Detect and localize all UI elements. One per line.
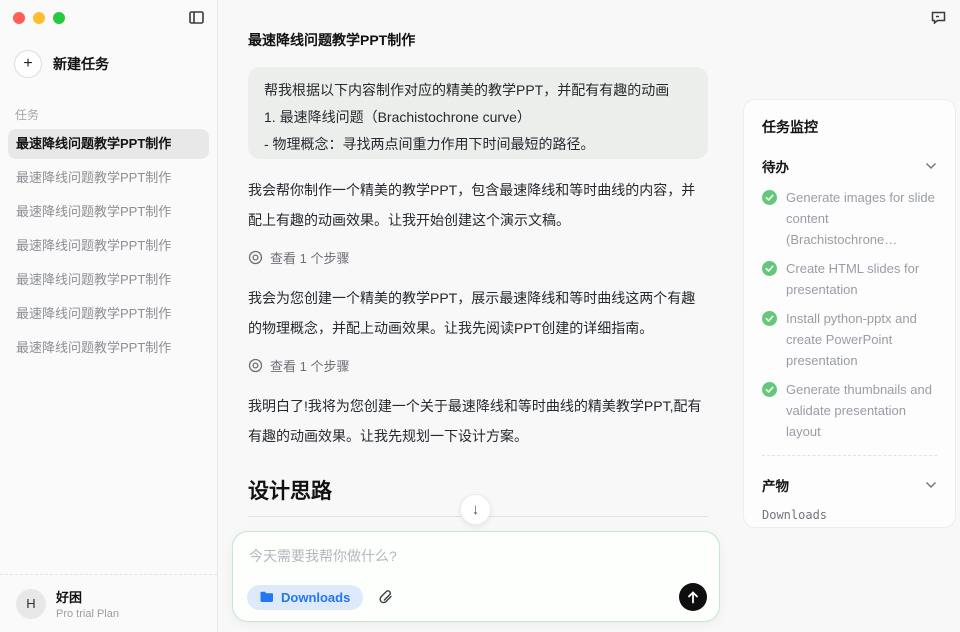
sidebar-task-item[interactable]: 最速降线问题教学PPT制作: [8, 129, 209, 159]
check-circle-icon: [762, 311, 777, 326]
todo-item[interactable]: Generate images for slide content (Brach…: [762, 187, 937, 250]
paperclip-icon: [378, 589, 394, 606]
sidebar-toggle-icon[interactable]: [185, 6, 207, 28]
sidebar-task-item[interactable]: 最速降线问题教学PPT制作: [8, 265, 209, 295]
assistant-message: 我明白了!我将为您创建一个关于最速降线和等时曲线的精美教学PPT,配有有趣的动画…: [248, 391, 708, 451]
sidebar-task-item[interactable]: 最速降线问题教学PPT制作: [8, 231, 209, 261]
new-task-label: 新建任务: [53, 54, 109, 74]
user-message-line: - 曲线类型：旋轮线（Cycloid）: [264, 158, 692, 159]
send-button[interactable]: [679, 583, 707, 611]
zoom-window-button[interactable]: [53, 12, 65, 24]
composer: Downloads: [232, 531, 720, 622]
todo-item-text: Generate thumbnails and validate present…: [786, 379, 937, 442]
chat-column: 最速降线问题教学PPT制作 帮我根据以下内容制作对应的精美的教学PPT，并配有有…: [248, 30, 708, 613]
user-account-row[interactable]: H 好困 Pro trial Plan: [0, 574, 217, 632]
tasks-section-label: 任务: [15, 106, 217, 123]
composer-toolbar: Downloads: [247, 583, 707, 611]
todo-item[interactable]: Create HTML slides for presentation: [762, 258, 937, 300]
check-circle-icon: [762, 190, 777, 205]
chevron-down-icon: [925, 481, 937, 489]
todo-item-text: Generate images for slide content (Brach…: [786, 187, 937, 250]
user-message-bubble: 帮我根据以下内容制作对应的精美的教学PPT，并配有有趣的动画1. 最速降线问题（…: [248, 67, 708, 159]
folder-icon: [260, 591, 274, 603]
chat-title: 最速降线问题教学PPT制作: [248, 30, 708, 50]
plus-icon: +: [14, 50, 42, 78]
view-steps-button[interactable]: 查看 1 个步骤: [248, 248, 708, 267]
avatar: H: [16, 589, 46, 619]
minimize-window-button[interactable]: [33, 12, 45, 24]
todo-item[interactable]: Generate thumbnails and validate present…: [762, 379, 937, 442]
assistant-message: 我会为您创建一个精美的教学PPT，展示最速降线和等时曲线这两个有趣的物理概念，并…: [248, 283, 708, 343]
todo-item[interactable]: Install python-pptx and create PowerPoin…: [762, 308, 937, 371]
scroll-to-bottom-button[interactable]: ↓: [460, 494, 491, 525]
user-name: 好困: [56, 587, 119, 606]
sidebar: + 新建任务 任务 最速降线问题教学PPT制作最速降线问题教学PPT制作最速降线…: [0, 0, 218, 632]
attach-file-button[interactable]: [378, 589, 394, 606]
steps-target-icon: [248, 250, 263, 265]
view-steps-label: 查看 1 个步骤: [270, 356, 349, 375]
artifacts-section-header[interactable]: 产物: [762, 475, 937, 495]
user-message-line: - 物理概念：寻找两点间重力作用下时间最短的路径。: [264, 131, 692, 158]
todo-section-header[interactable]: 待办: [762, 156, 937, 176]
task-monitor-panel: 任务监控 待办 Generate images for slide conten…: [743, 99, 956, 528]
sidebar-task-item[interactable]: 最速降线问题教学PPT制作: [8, 333, 209, 363]
user-message-line: 1. 最速降线问题（Brachistochrone curve）: [264, 104, 692, 131]
view-steps-button[interactable]: 查看 1 个步骤: [248, 356, 708, 375]
todo-list: Generate images for slide content (Brach…: [762, 187, 937, 442]
todo-section-label: 待办: [762, 156, 789, 176]
check-circle-icon: [762, 382, 777, 397]
monitor-title: 任务监控: [762, 117, 937, 137]
todo-item-text: Create HTML slides for presentation: [786, 258, 937, 300]
user-message-line: 帮我根据以下内容制作对应的精美的教学PPT，并配有有趣的动画: [264, 77, 692, 104]
message-input[interactable]: [233, 532, 719, 572]
user-plan: Pro trial Plan: [56, 608, 119, 620]
downloads-chip-label: Downloads: [281, 590, 350, 605]
downloads-context-chip[interactable]: Downloads: [247, 585, 363, 610]
new-task-button[interactable]: + 新建任务: [14, 50, 217, 78]
feedback-chat-icon[interactable]: [928, 7, 948, 27]
chevron-down-icon: [925, 162, 937, 170]
todo-item-text: Install python-pptx and create PowerPoin…: [786, 308, 937, 371]
main-area: 最速降线问题教学PPT制作 帮我根据以下内容制作对应的精美的教学PPT，并配有有…: [218, 0, 960, 632]
arrow-down-icon: ↓: [472, 501, 480, 518]
divider: [762, 455, 937, 456]
arrow-up-icon: [687, 591, 699, 604]
task-list: 最速降线问题教学PPT制作最速降线问题教学PPT制作最速降线问题教学PPT制作最…: [0, 129, 217, 363]
artifacts-section-label: 产物: [762, 475, 789, 495]
assistant-message: 我会帮你制作一个精美的教学PPT，包含最速降线和等时曲线的内容，并配上有趣的动画…: [248, 175, 708, 235]
view-steps-label: 查看 1 个步骤: [270, 248, 349, 267]
sidebar-task-item[interactable]: 最速降线问题教学PPT制作: [8, 163, 209, 193]
sidebar-task-item[interactable]: 最速降线问题教学PPT制作: [8, 197, 209, 227]
check-circle-icon: [762, 261, 777, 276]
steps-target-icon: [248, 358, 263, 373]
sidebar-task-item[interactable]: 最速降线问题教学PPT制作: [8, 299, 209, 329]
artifacts-group-label: Downloads: [762, 508, 937, 522]
close-window-button[interactable]: [13, 12, 25, 24]
